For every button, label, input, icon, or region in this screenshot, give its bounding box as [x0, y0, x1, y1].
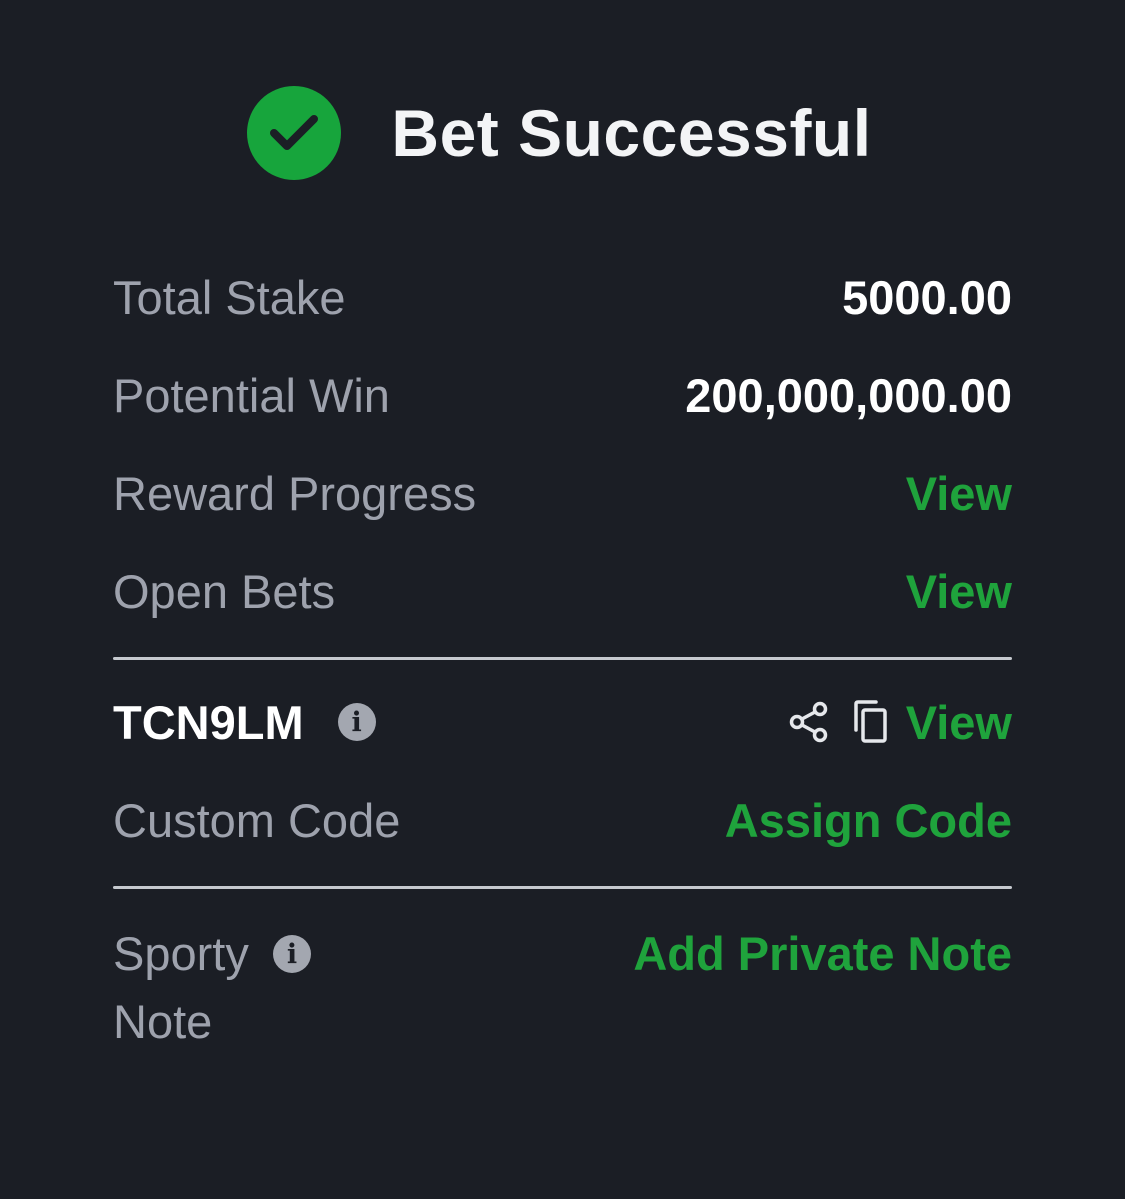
open-bets-row: Open Bets View — [113, 556, 1012, 626]
booking-code-group: TCN9LM i — [113, 695, 376, 750]
booking-actions: View — [788, 695, 1012, 750]
open-bets-view-link[interactable]: View — [906, 564, 1012, 619]
check-circle-icon — [247, 86, 342, 180]
reward-progress-row: Reward Progress View — [113, 458, 1012, 528]
info-icon[interactable]: i — [273, 935, 311, 973]
potential-win-label: Potential Win — [113, 368, 390, 422]
potential-win-value: 200,000,000.00 — [685, 368, 1012, 422]
total-stake-value: 5000.00 — [842, 270, 1012, 324]
copy-icon[interactable] — [848, 700, 888, 744]
booking-view-link[interactable]: View — [906, 695, 1012, 750]
total-stake-row: Total Stake 5000.00 — [113, 262, 1012, 332]
divider — [113, 886, 1012, 889]
share-icon[interactable] — [788, 701, 830, 743]
custom-code-row: Custom Code Assign Code — [113, 785, 1012, 855]
assign-code-link[interactable]: Assign Code — [725, 793, 1012, 848]
custom-code-label: Custom Code — [113, 793, 401, 847]
open-bets-label: Open Bets — [113, 564, 336, 618]
sporty-note-row: Sporty Note i Add Private Note — [113, 920, 1012, 1060]
page-title: Bet Successful — [391, 96, 872, 170]
divider — [113, 657, 1012, 660]
reward-progress-label: Reward Progress — [113, 466, 477, 520]
add-private-note-link[interactable]: Add Private Note — [633, 920, 1012, 988]
potential-win-row: Potential Win 200,000,000.00 — [113, 360, 1012, 430]
reward-progress-view-link[interactable]: View — [906, 466, 1012, 521]
booking-code-row: TCN9LM i View — [113, 687, 1012, 757]
booking-code: TCN9LM — [113, 695, 304, 749]
success-header: Bet Successful — [0, 85, 1125, 181]
total-stake-label: Total Stake — [113, 270, 346, 324]
info-icon[interactable]: i — [337, 703, 376, 741]
bet-success-screen: Bet Successful Total Stake 5000.00 Poten… — [0, 0, 1125, 1199]
